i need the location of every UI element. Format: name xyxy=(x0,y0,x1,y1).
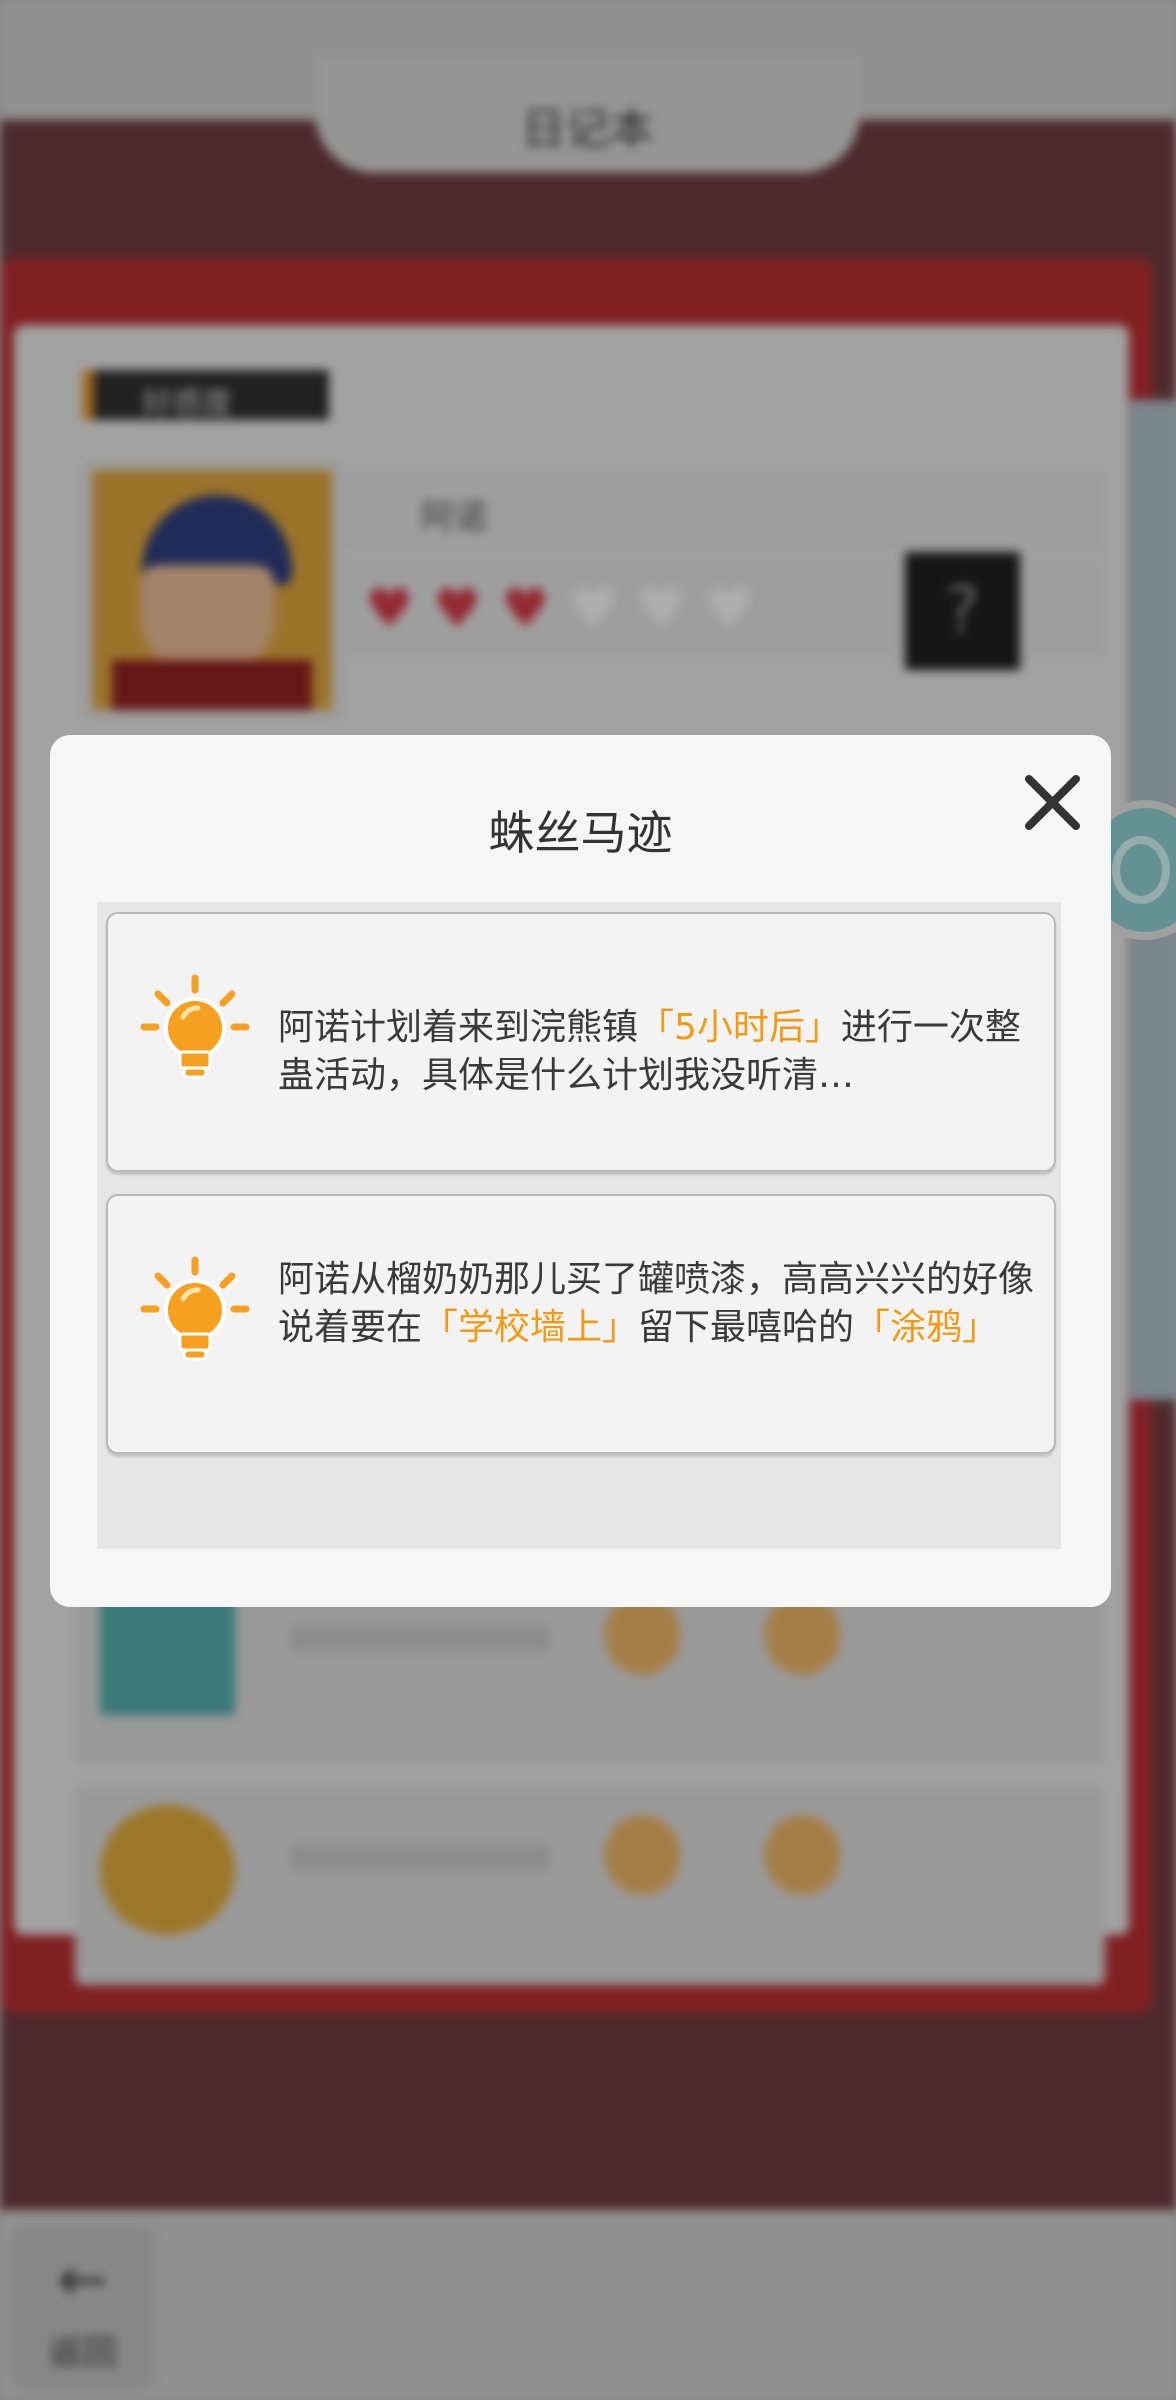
close-icon xyxy=(1025,775,1080,830)
clue-text: 阿诺从榴奶奶那儿买了罐喷漆，高高兴兴的好像说着要在「学校墙上」留下最嘻哈的「涂鸦… xyxy=(278,1256,1038,1352)
lightbulb-icon xyxy=(140,1256,250,1361)
clue-highlight: 「学校墙上」 xyxy=(422,1307,639,1348)
clue-list[interactable]: 阿诺计划着来到浣熊镇「5小时后」进行一次整蛊活动，具体是什么计划我没听清… 阿诺… xyxy=(97,902,1061,1549)
clue-text: 阿诺计划着来到浣熊镇「5小时后」进行一次整蛊活动，具体是什么计划我没听清… xyxy=(278,1004,1038,1100)
clue-card[interactable]: 阿诺从榴奶奶那儿买了罐喷漆，高高兴兴的好像说着要在「学校墙上」留下最嘻哈的「涂鸦… xyxy=(106,1194,1056,1454)
clue-card[interactable]: 阿诺计划着来到浣熊镇「5小时后」进行一次整蛊活动，具体是什么计划我没听清… xyxy=(106,912,1056,1172)
clue-highlight: 「5小时后」 xyxy=(638,1007,841,1048)
modal-title: 蛛丝马迹 xyxy=(488,806,673,860)
close-button[interactable] xyxy=(1015,765,1090,840)
clue-highlight: 「涂鸦」 xyxy=(854,1307,999,1348)
clues-modal: 蛛丝马迹 阿诺计划着来到浣熊镇「5小时后」进行一次整蛊活动，具体是什么计划我没听… xyxy=(50,735,1111,1607)
clue-text-segment: 阿诺计划着来到浣熊镇 xyxy=(278,1007,639,1048)
clue-text-segment: 留下最嘻哈的 xyxy=(638,1307,855,1348)
lightbulb-icon xyxy=(140,974,250,1079)
